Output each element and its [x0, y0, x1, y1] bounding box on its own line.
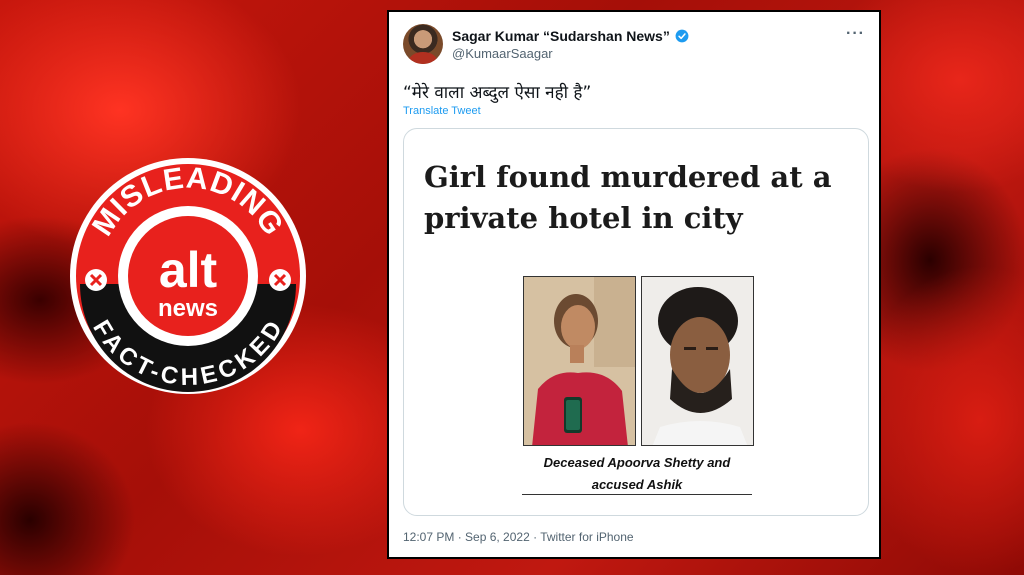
verified-badge-icon [675, 29, 689, 43]
tweet-media[interactable]: Girl found murdered at a private hotel i… [403, 128, 869, 516]
tweet-timestamp[interactable]: 12:07 PM · Sep 6, 2022 · Twitter for iPh… [403, 530, 634, 544]
caption-line-1: Deceased Apoorva Shetty and [543, 455, 731, 470]
fact-check-badge: MISLEADING FACT-CHECKED alt news [68, 156, 308, 396]
x-mark-icon [269, 269, 291, 291]
author-name[interactable]: Sagar Kumar “Sudarshan News” [452, 28, 670, 44]
translate-tweet-link[interactable]: Translate Tweet [403, 105, 481, 117]
tweet-text: “मेरे वाला अब्दुल ऐसा नही है” [403, 83, 592, 103]
logo-alt-text: alt [159, 242, 218, 298]
author-handle[interactable]: @KumaarSaagar [452, 46, 553, 61]
caption-line-2: accused Ashik [591, 477, 683, 492]
x-mark-icon [85, 269, 107, 291]
author-name-row[interactable]: Sagar Kumar “Sudarshan News” [452, 28, 689, 44]
photo-caption: Deceased Apoorva Shetty and accused Ashi… [521, 452, 753, 496]
caption-divider [522, 494, 752, 495]
photo-deceased [523, 276, 636, 446]
logo-news-text: news [158, 295, 218, 322]
tweet-card: Sagar Kumar “Sudarshan News” @KumaarSaag… [387, 10, 881, 559]
misleading-stamp: MISLEADING FACT-CHECKED alt news [70, 158, 306, 394]
avatar-body [409, 52, 437, 64]
photo-accused [641, 276, 754, 446]
news-headline: Girl found murdered at a private hotel i… [424, 160, 832, 235]
more-options-icon[interactable]: ··· [846, 25, 865, 43]
avatar[interactable] [403, 24, 443, 64]
